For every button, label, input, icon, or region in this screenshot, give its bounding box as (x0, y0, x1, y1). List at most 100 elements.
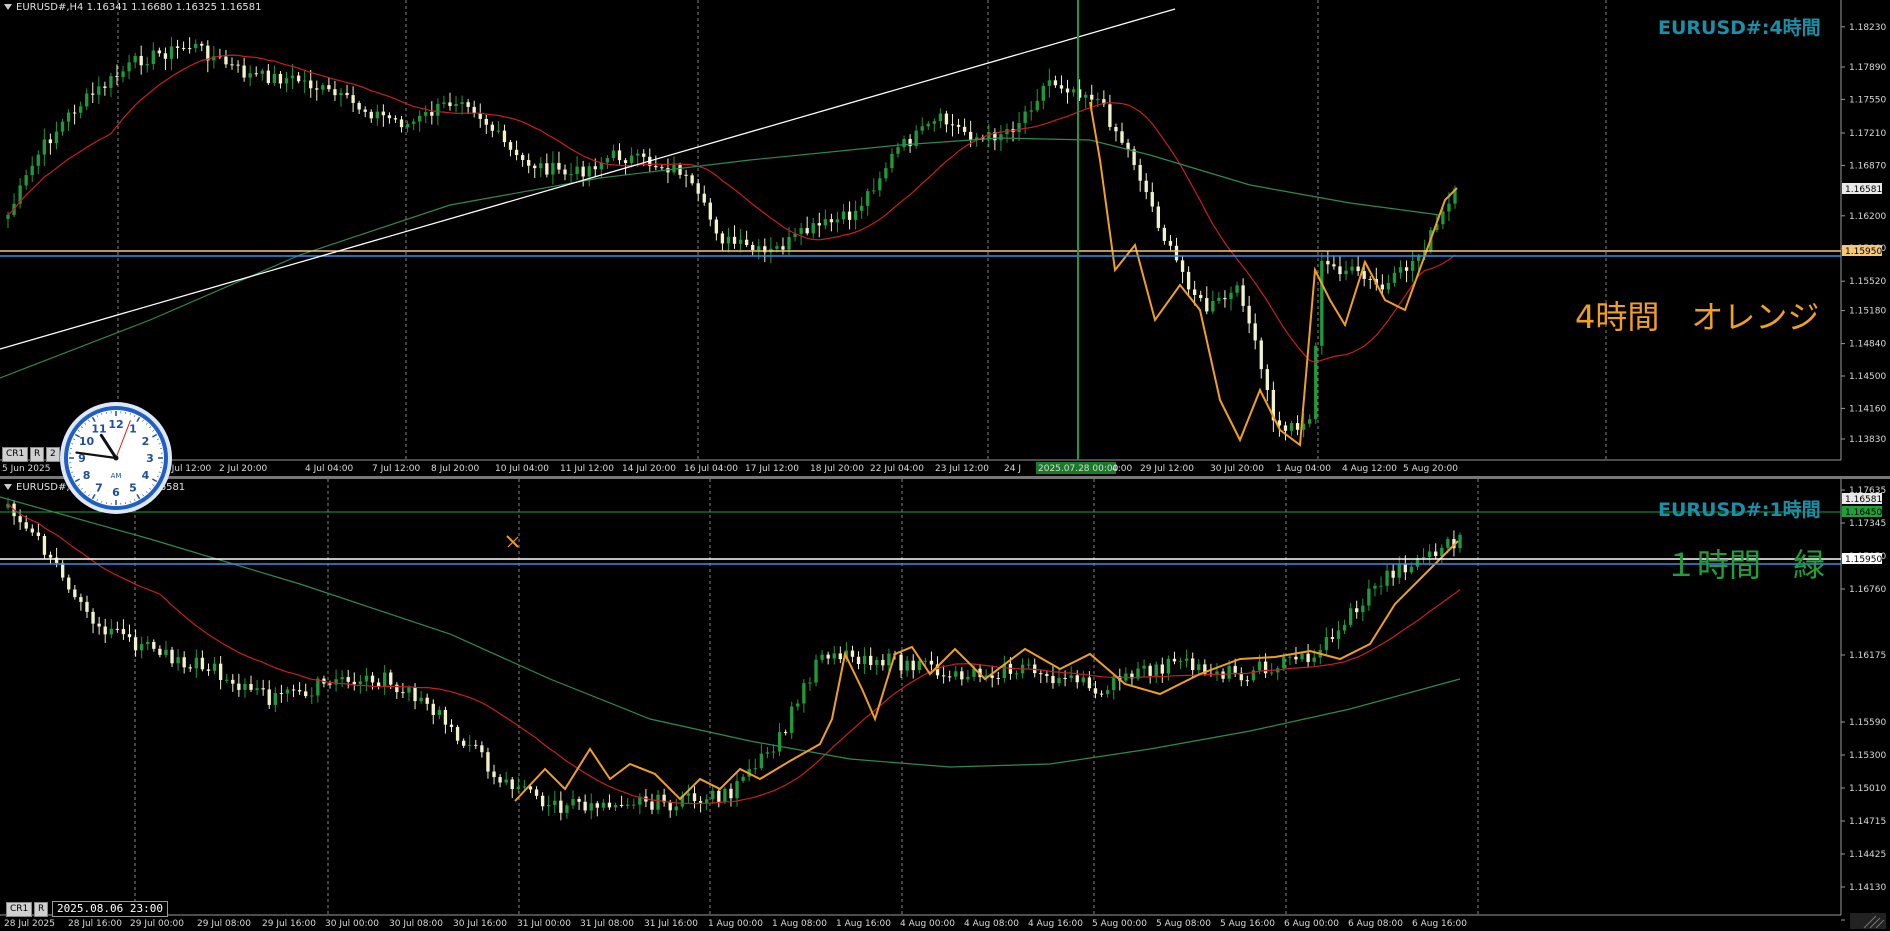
candle-body (36, 532, 41, 537)
candle-body (1199, 294, 1203, 299)
candle-body (1090, 94, 1094, 100)
candle-body (932, 121, 936, 124)
candle-body (875, 659, 879, 666)
candle-body (514, 149, 519, 156)
h1-chart-canvas[interactable]: 1.176351.173451.170501.167601.161751.155… (0, 479, 1890, 931)
candle-body (454, 103, 458, 107)
candle-body (1096, 99, 1100, 101)
white-level-line-tag-text: 1.15950 (1845, 555, 1882, 565)
candle-body (708, 202, 712, 220)
price-tick-label: 1.15590 (1849, 718, 1886, 728)
r-button[interactable]: R (30, 447, 45, 462)
candle-body (1191, 658, 1195, 671)
candle-body (1211, 300, 1215, 312)
candle-body (1338, 266, 1342, 275)
candle-body (741, 776, 745, 781)
candle-body (1154, 664, 1158, 676)
candle-body (448, 102, 452, 107)
candle-body (738, 239, 743, 244)
candle-body (460, 102, 464, 104)
candle-body (696, 183, 700, 194)
candle-body (887, 653, 891, 666)
dropdown-triangle-icon[interactable] (4, 484, 12, 490)
candle-body (328, 683, 332, 685)
candle-body (272, 73, 277, 83)
candle-body (1186, 271, 1191, 290)
candle-body (1320, 260, 1324, 346)
candle-body (1404, 267, 1409, 271)
candle-body (139, 644, 144, 651)
candle-body (938, 113, 943, 122)
candle-body (575, 166, 579, 175)
candle-body (339, 92, 343, 96)
candle-body (1045, 674, 1049, 676)
candle-body (941, 675, 946, 677)
cr1-button[interactable]: CR1 (2, 447, 29, 462)
candle-body (790, 706, 794, 733)
h1-chart-pane[interactable]: 1.176351.173451.170501.167601.161751.155… (0, 479, 1890, 931)
candle-body (1265, 369, 1269, 390)
candle-body (442, 102, 446, 104)
candle-body (1427, 551, 1432, 558)
candle-body (72, 112, 77, 114)
candle-body (944, 113, 949, 125)
candle-body (1241, 285, 1245, 306)
candle-body (516, 786, 520, 790)
candle-body (527, 159, 531, 166)
candle-body (284, 78, 289, 84)
candle-body (478, 113, 482, 119)
candle-body (890, 153, 894, 169)
candle-body (869, 655, 873, 666)
candle-body (1180, 260, 1185, 272)
candle-body (382, 672, 387, 687)
h4-chart-pane[interactable]: 1.18230 1.17890 1.17550 1.17210 1.16870 1.162… (0, 0, 1890, 476)
candle-body (571, 799, 575, 806)
candle-body (1253, 323, 1257, 341)
candle-body (200, 657, 205, 670)
candle-body (783, 732, 788, 734)
candle-body (1356, 266, 1360, 272)
cr1-button[interactable]: CR1 (6, 902, 33, 917)
time-tick-label: 5 Aug 08:00 (1156, 919, 1211, 929)
candle-body (1233, 665, 1237, 673)
resize-grip-icon[interactable] (1850, 913, 1886, 929)
candle-body (581, 166, 585, 177)
candle-body (212, 663, 217, 671)
candle-body (30, 165, 34, 176)
candle-body (968, 131, 973, 140)
candle-body (1166, 658, 1171, 674)
candle-body (1294, 656, 1298, 660)
candle-body (1120, 131, 1124, 143)
time-tick-label: 24 J (1004, 464, 1021, 474)
candle-body (42, 536, 47, 555)
candle-body (1172, 658, 1177, 662)
candle-body (802, 683, 806, 704)
time-tick-label: 4 Aug 00:00 (900, 919, 955, 929)
candle-body (468, 744, 472, 746)
r-button[interactable]: R (34, 902, 49, 917)
candle-body (1112, 676, 1116, 691)
candle-body (175, 46, 180, 48)
candle-body (60, 121, 65, 132)
candle-body (1087, 677, 1092, 689)
candle-body (771, 751, 776, 753)
candle-body (1035, 100, 1039, 111)
time-tick-label: 29 Jul 08:00 (197, 919, 251, 929)
dropdown-triangle-icon[interactable] (4, 4, 12, 10)
candle-body (996, 677, 1000, 679)
candle-body (1344, 270, 1348, 275)
candle-body (42, 139, 46, 155)
candle-body (73, 589, 77, 598)
h4-chart-canvas[interactable]: 1.18230 1.17890 1.17550 1.17210 1.16870 1.162… (0, 0, 1890, 476)
candle-body (243, 683, 247, 690)
candle-body (522, 786, 527, 788)
candle-body (808, 682, 812, 684)
candle-body (67, 577, 71, 590)
candle-body (431, 703, 435, 715)
candle-body (1324, 637, 1329, 651)
clock-number: 8 (83, 469, 91, 482)
clock-number: 5 (129, 481, 137, 494)
candle-body (860, 205, 864, 211)
candle-body (115, 628, 120, 630)
candle-body (1142, 665, 1146, 669)
